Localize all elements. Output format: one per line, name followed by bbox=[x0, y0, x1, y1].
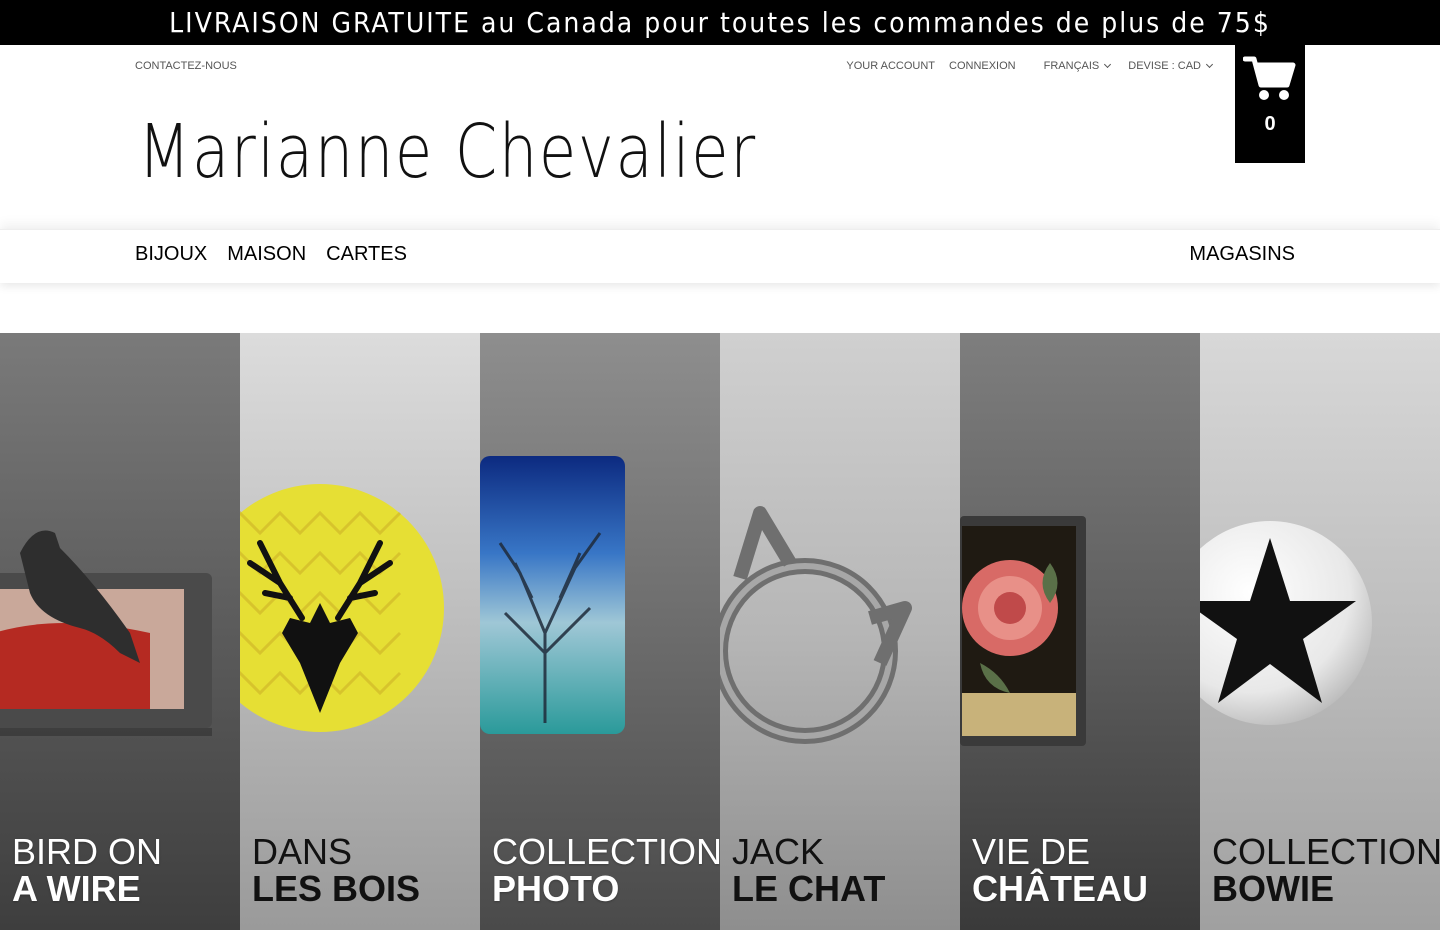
cart-count: 0 bbox=[1264, 113, 1276, 135]
chevron-down-icon bbox=[1205, 60, 1214, 69]
collection-title-line2: BOWIE bbox=[1212, 868, 1334, 909]
collection-tile-dans-les-bois[interactable]: DANS LES BOIS bbox=[240, 333, 480, 930]
main-nav: BIJOUX MAISON CARTES MAGASINS bbox=[0, 229, 1440, 283]
collection-title: JACK LE CHAT bbox=[732, 833, 885, 907]
collection-title-line1: BIRD ON bbox=[12, 831, 163, 872]
collection-title: COLLECTION BOWIE bbox=[1212, 833, 1440, 907]
collection-title-line1: VIE DE bbox=[972, 831, 1091, 872]
contact-link[interactable]: CONTACTEZ-NOUS bbox=[135, 60, 237, 72]
collection-title: BIRD ON A WIRE bbox=[12, 833, 162, 907]
utility-bar: CONTACTEZ-NOUS YOUR ACCOUNT CONNEXION FR… bbox=[0, 45, 1440, 87]
collection-tile-bird-on-a-wire[interactable]: BIRD ON A WIRE bbox=[0, 333, 240, 930]
collection-title-line1: JACK bbox=[732, 831, 825, 872]
nav-item-maison[interactable]: MAISON bbox=[227, 243, 306, 266]
chevron-down-icon bbox=[1104, 60, 1112, 69]
login-link[interactable]: CONNEXION bbox=[949, 60, 1016, 72]
collection-title: DANS LES BOIS bbox=[252, 833, 420, 907]
collection-title-line1: COLLECTION bbox=[1212, 831, 1440, 872]
account-link[interactable]: YOUR ACCOUNT bbox=[846, 60, 935, 72]
nav-item-magasins[interactable]: MAGASINS bbox=[1189, 243, 1295, 265]
promo-banner: LIVRAISON GRATUITE au Canada pour toutes… bbox=[0, 0, 1440, 45]
collection-title-line1: DANS bbox=[252, 831, 353, 872]
brand-header: Marianne Chevalier bbox=[0, 87, 1440, 229]
collection-grid: BIRD ON A WIRE DANS LES BOIS COLLECTION … bbox=[0, 333, 1440, 930]
collection-tile-collection-bowie[interactable]: COLLECTION BOWIE bbox=[1200, 333, 1440, 930]
brand-logo[interactable]: Marianne Chevalier bbox=[138, 109, 757, 195]
collection-title-line2: PHOTO bbox=[492, 868, 620, 909]
collection-title: VIE DE CHÂTEAU bbox=[972, 833, 1148, 907]
collection-title-line2: LES BOIS bbox=[252, 868, 421, 909]
collection-title-line2: A WIRE bbox=[12, 868, 141, 909]
collection-title-line1: COLLECTION bbox=[492, 831, 720, 872]
nav-item-bijoux[interactable]: BIJOUX bbox=[135, 243, 207, 266]
currency-label: DEVISE : CAD bbox=[1128, 60, 1201, 72]
cart-button[interactable]: 0 bbox=[1235, 45, 1305, 163]
collection-tile-vie-de-chateau[interactable]: VIE DE CHÂTEAU bbox=[960, 333, 1200, 930]
language-label: FRANÇAIS bbox=[1043, 60, 1100, 72]
shopping-cart-icon bbox=[1243, 56, 1296, 100]
collection-title-line2: CHÂTEAU bbox=[972, 868, 1148, 909]
currency-dropdown[interactable]: DEVISE : CAD bbox=[1128, 60, 1214, 72]
collection-title: COLLECTION PHOTO bbox=[492, 833, 720, 907]
collection-tile-jack-le-chat[interactable]: JACK LE CHAT bbox=[720, 333, 960, 930]
nav-item-cartes[interactable]: CARTES bbox=[326, 243, 407, 266]
account-links: YOUR ACCOUNT CONNEXION FRANÇAIS DEVISE :… bbox=[846, 60, 1214, 72]
collection-tile-collection-photo[interactable]: COLLECTION PHOTO bbox=[480, 333, 720, 930]
language-dropdown[interactable]: FRANÇAIS bbox=[1043, 60, 1112, 72]
collection-title-line2: LE CHAT bbox=[732, 868, 886, 909]
